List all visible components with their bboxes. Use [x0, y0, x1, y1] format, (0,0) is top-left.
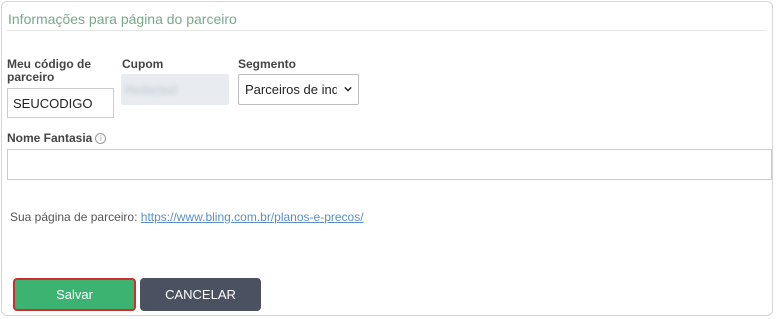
partner-page-prefix: Sua página de parceiro: [10, 210, 138, 224]
cancel-button[interactable]: CANCELAR [140, 278, 261, 311]
info-circle-icon[interactable]: i [95, 133, 107, 144]
trade-name-label-text: Nome Fantasia [7, 131, 93, 145]
partner-code-input[interactable] [7, 88, 114, 118]
partner-code-label: Meu código de parceiro [7, 57, 91, 84]
save-button[interactable]: Salvar [13, 278, 136, 311]
segment-label: Segmento [238, 57, 297, 71]
partner-page-line: Sua página de parceiro: https://www.blin… [10, 210, 364, 224]
trade-name-input[interactable] [7, 149, 772, 180]
trade-name-label: Nome Fantasia i [7, 131, 107, 145]
cupom-value: Redacted [125, 83, 177, 97]
cupom-label: Cupom [122, 57, 164, 71]
segment-select[interactable]: Parceiros de indicação [238, 74, 359, 105]
chevron-down-icon [344, 86, 352, 92]
partner-info-card: Informações para página do parceiro Meu … [1, 1, 773, 316]
cupom-field: Redacted [121, 74, 229, 105]
segment-selected-value: Parceiros de indicação [245, 82, 337, 97]
title-divider [7, 30, 767, 31]
section-title: Informações para página do parceiro [8, 11, 237, 27]
partner-page-link[interactable]: https://www.bling.com.br/planos-e-precos… [141, 210, 364, 224]
